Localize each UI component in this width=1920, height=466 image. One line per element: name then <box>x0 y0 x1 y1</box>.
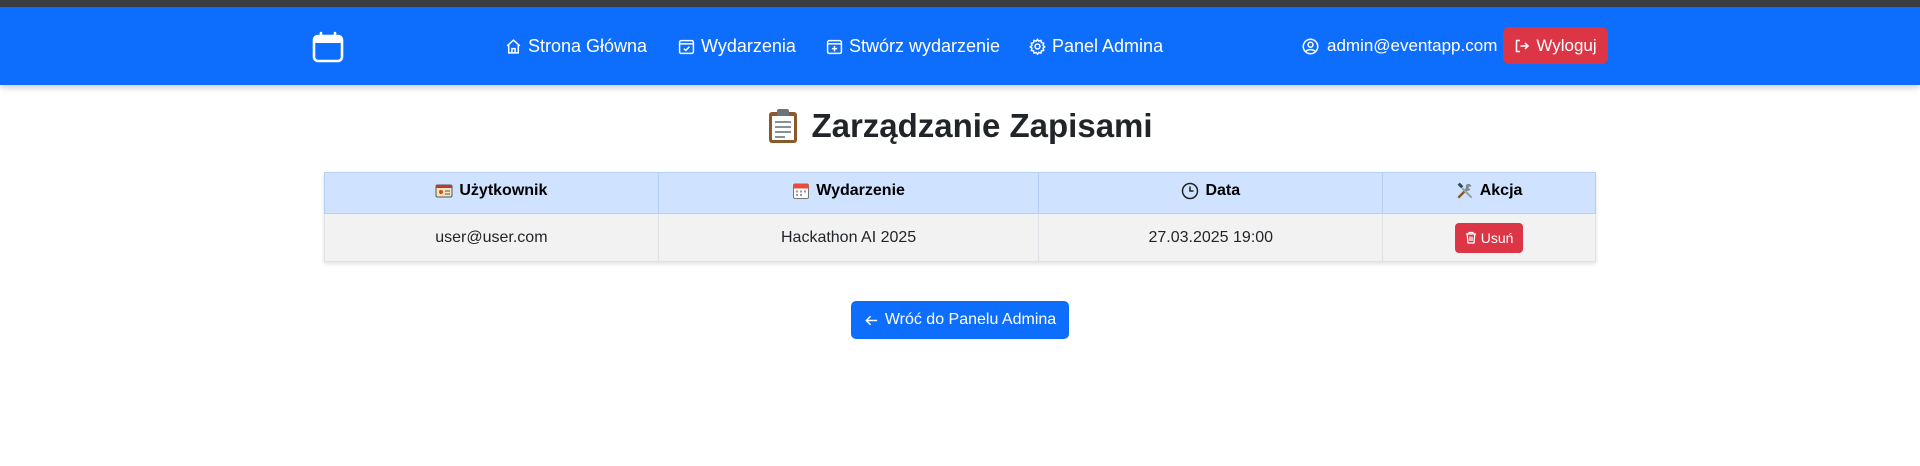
column-header-event: Wydarzenie <box>657 172 1040 214</box>
nav-link-create-event[interactable]: Stwórz wydarzenie <box>826 36 1000 57</box>
back-button-label: Wróć do Panelu Admina <box>884 311 1057 328</box>
column-header-label: Data <box>1205 181 1241 199</box>
id-card-icon <box>435 184 453 197</box>
column-header-label: Akcja <box>1479 181 1523 199</box>
calendar-icon[interactable] <box>312 31 344 63</box>
back-to-admin-panel-button[interactable]: Wróć do Panelu Admina <box>851 301 1069 339</box>
delete-button[interactable]: Usuń <box>1454 222 1524 253</box>
page-title-text: Zarządzanie Zapisami <box>811 107 1153 144</box>
column-header-label: Wydarzenie <box>816 181 905 199</box>
trash-icon <box>1465 231 1476 244</box>
table-row: user@user.com Hackathon AI 2025 27.03.20… <box>324 213 1596 262</box>
nav-link-label: Panel Admina <box>1052 36 1164 56</box>
window-top-strip <box>0 0 1920 7</box>
table-header-row: Użytkownik Wydarzenie Data Akcja <box>324 172 1596 214</box>
nav-link-home[interactable]: Strona Główna <box>505 36 647 57</box>
nav-link-label: Strona Główna <box>528 36 648 56</box>
calendar-check-icon <box>678 39 695 55</box>
cell-user: user@user.com <box>324 213 659 262</box>
logout-icon <box>1516 39 1530 52</box>
current-user: admin@eventapp.com <box>1302 36 1497 56</box>
column-header-date: Data <box>1038 172 1384 214</box>
nav-link-events[interactable]: Wydarzenia <box>678 36 796 57</box>
house-icon <box>506 39 521 54</box>
column-header-label: Użytkownik <box>459 181 548 199</box>
cell-event: Hackathon AI 2025 <box>657 213 1040 262</box>
cell-action: Usuń <box>1382 213 1596 262</box>
column-header-action: Akcja <box>1382 172 1596 214</box>
nav-link-admin-panel[interactable]: Panel Admina <box>1029 36 1163 57</box>
logout-label: Wyloguj <box>1536 35 1597 55</box>
delete-label: Usuń <box>1480 229 1514 246</box>
column-header-user: Użytkownik <box>324 172 659 214</box>
calendar-icon <box>793 183 810 199</box>
user-email: admin@eventapp.com <box>1327 36 1498 55</box>
page-title: Zarządzanie Zapisami <box>0 107 1920 145</box>
tools-icon <box>1457 182 1472 198</box>
navbar: Strona Główna Wydarzenia Stwórz wydarzen… <box>0 7 1920 85</box>
user-circle-icon <box>1302 38 1319 54</box>
gear-icon <box>1029 38 1046 55</box>
nav-link-label: Wydarzenia <box>701 36 796 56</box>
clipboard-icon <box>769 109 798 143</box>
cell-date: 27.03.2025 19:00 <box>1038 213 1384 262</box>
logout-button[interactable]: Wyloguj <box>1503 27 1608 64</box>
registrations-table: Użytkownik Wydarzenie Data Akcja user@us… <box>324 172 1596 262</box>
nav-link-label: Stwórz wydarzenie <box>849 36 1001 56</box>
arrow-left-icon <box>865 315 877 325</box>
calendar-plus-icon <box>826 39 843 55</box>
clock-icon <box>1182 182 1199 199</box>
